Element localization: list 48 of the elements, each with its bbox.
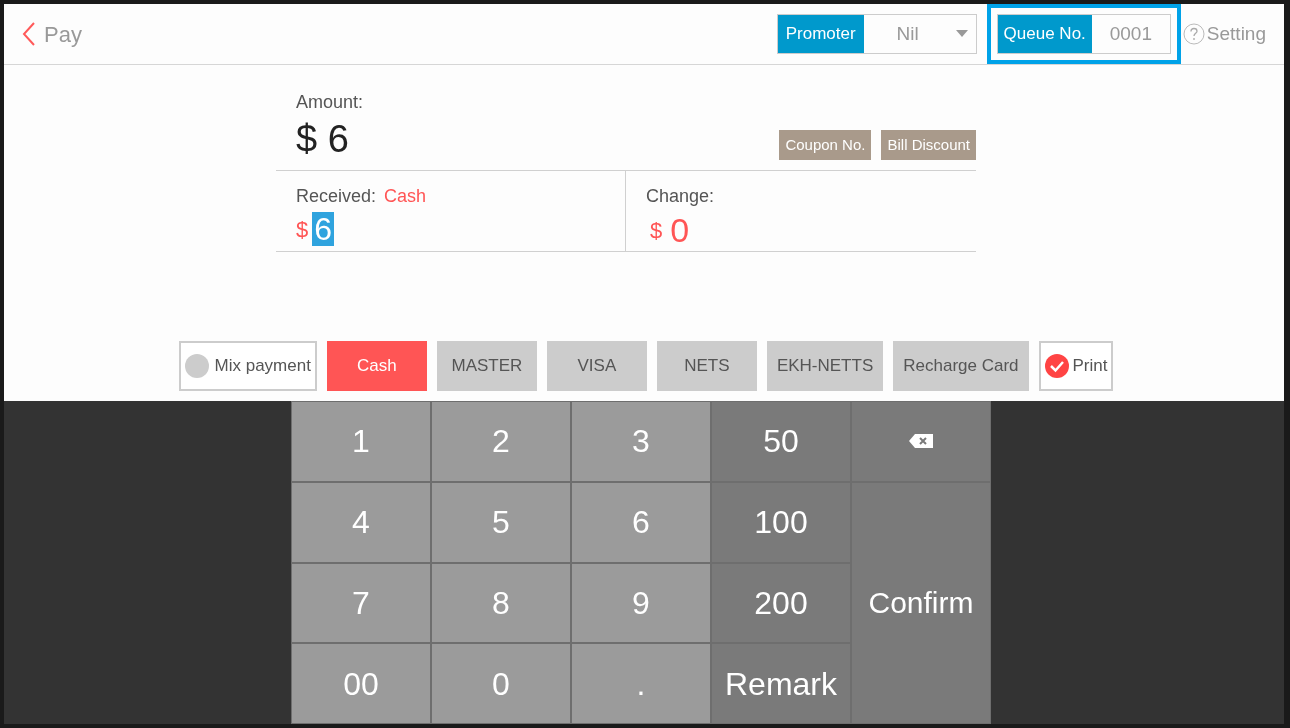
received-amount-field[interactable]: 6	[312, 212, 335, 246]
amount-key[interactable]: 100	[711, 481, 851, 563]
number-key[interactable]: .	[571, 643, 711, 724]
number-key[interactable]: 4	[291, 481, 431, 563]
number-key[interactable]: 3	[571, 401, 711, 482]
number-key[interactable]: 1	[291, 401, 431, 482]
payment-method-tab[interactable]: VISA	[546, 341, 647, 391]
currency-symbol: $	[296, 215, 309, 244]
confirm-button[interactable]: Confirm	[851, 481, 991, 724]
discount-button[interactable]: Bill Discount	[881, 130, 976, 160]
discount-button[interactable]: Coupon No.	[779, 130, 872, 160]
payment-method-tab[interactable]: MASTER	[436, 341, 537, 391]
number-key[interactable]: 5	[431, 481, 571, 563]
payment-method-text: Cash	[384, 185, 427, 208]
back-chevron-icon	[22, 21, 36, 47]
received-label: Received:	[296, 185, 377, 208]
change-amount: 0	[670, 212, 690, 248]
payment-method-tab[interactable]: Recharge Card	[893, 341, 1029, 391]
promoter-value: Nil	[895, 21, 920, 46]
payment-method-tab[interactable]: NETS	[656, 341, 757, 391]
number-key[interactable]: 00	[291, 643, 431, 724]
dropdown-caret-icon	[955, 30, 968, 38]
promoter-label: Promoter	[777, 15, 864, 53]
amount-label: Amount:	[296, 91, 364, 114]
number-key[interactable]: 7	[291, 562, 431, 644]
mix-payment-toggle[interactable]: Mix payment	[178, 341, 317, 391]
number-key[interactable]: 8	[431, 562, 571, 644]
number-key[interactable]: 2	[431, 401, 571, 482]
queue-number-label: Queue No.	[997, 15, 1092, 53]
payment-method-tab[interactable]: Cash	[326, 341, 427, 391]
amount-key[interactable]: 200	[711, 562, 851, 644]
setting-button[interactable]: Setting	[1182, 19, 1266, 49]
help-icon	[1182, 23, 1205, 45]
number-key[interactable]: 6	[571, 481, 711, 563]
currency-symbol: $	[650, 216, 663, 245]
print-toggle[interactable]: Print	[1038, 341, 1114, 391]
queue-number-value: 0001	[1108, 21, 1153, 46]
promoter-select[interactable]: Promoter Nil	[776, 14, 977, 54]
amount-value: $ 6	[296, 117, 350, 162]
number-key[interactable]: 0	[431, 643, 571, 724]
backspace-key[interactable]	[851, 401, 991, 482]
backspace-icon	[908, 433, 934, 450]
amount-key[interactable]: 50	[711, 401, 851, 482]
change-label: Change:	[646, 185, 715, 208]
number-key[interactable]: 9	[571, 562, 711, 644]
back-button[interactable]: Pay	[22, 17, 82, 51]
payment-method-tab[interactable]: EKH-NETTS	[766, 341, 884, 391]
amount-key[interactable]: Remark	[711, 643, 851, 724]
